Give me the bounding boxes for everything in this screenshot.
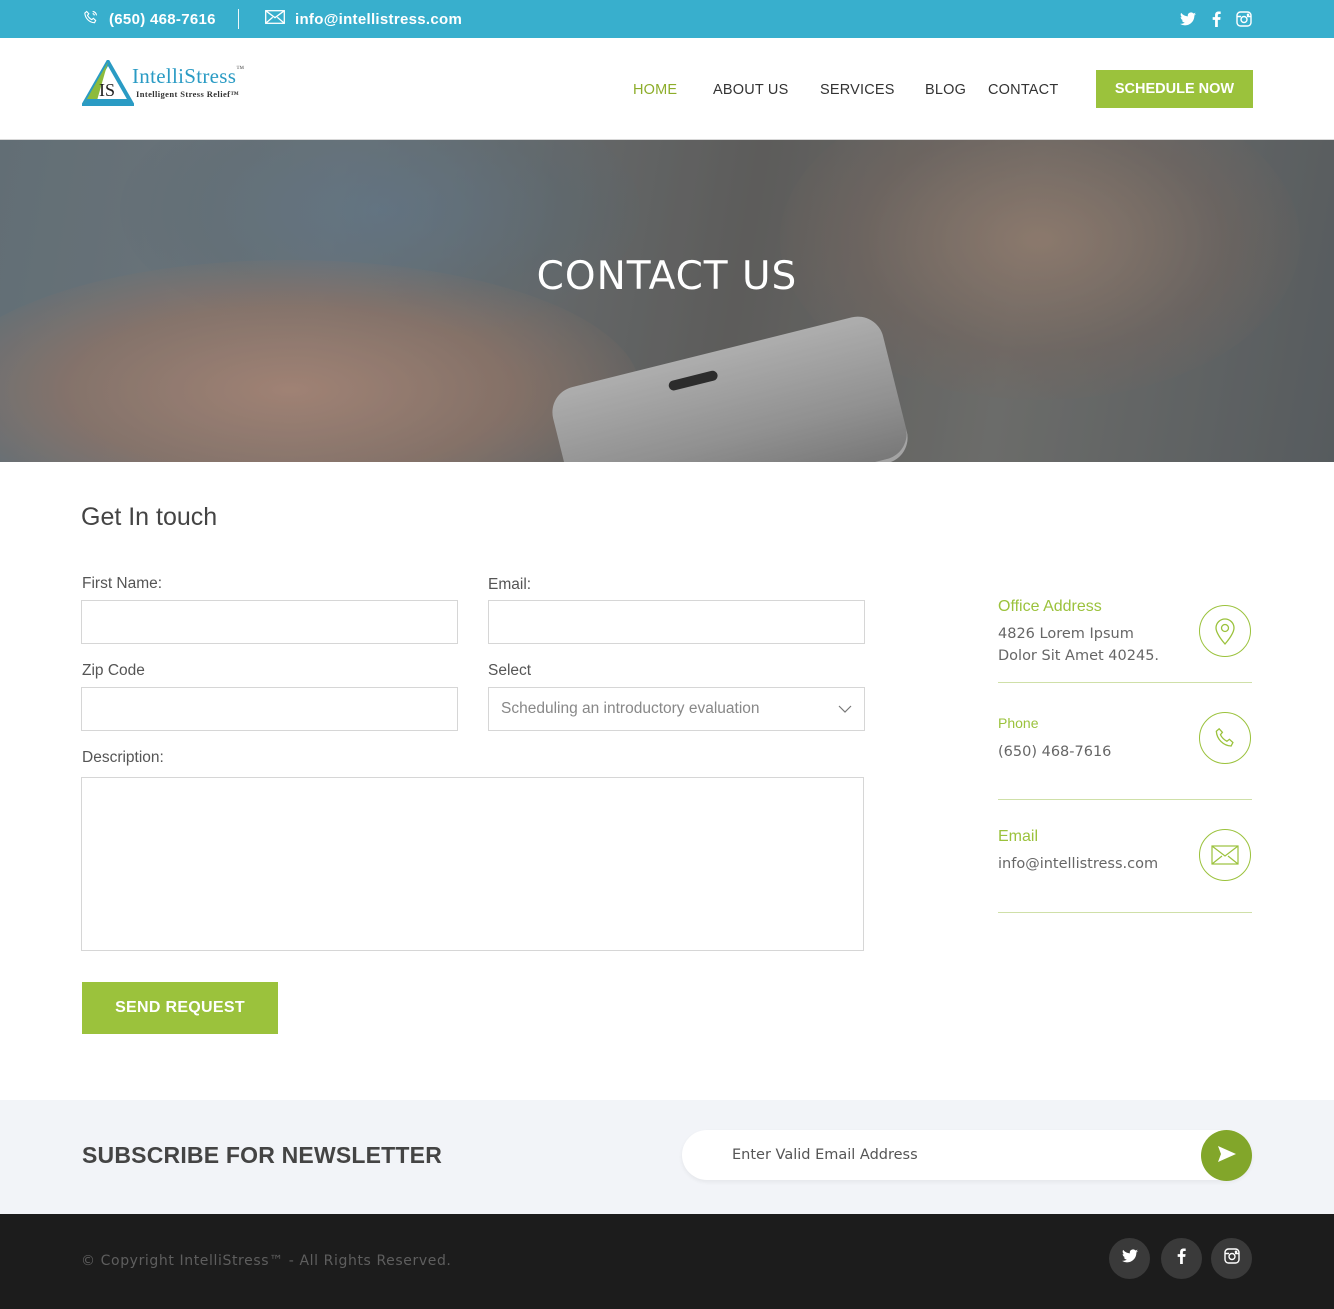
- site-header: IS IntelliStress™ Intelligent Stress Rel…: [0, 38, 1334, 140]
- topbar-email-text: info@intellistress.com: [295, 10, 463, 28]
- nav-contact[interactable]: CONTACT: [988, 82, 1058, 98]
- twitter-icon: [1121, 1249, 1138, 1268]
- office-address-block: Office Address 4826 Lorem Ipsum Dolor Si…: [998, 590, 1252, 683]
- topbar-divider: [238, 9, 239, 29]
- topbar-email[interactable]: info@intellistress.com: [265, 0, 462, 38]
- first-name-field[interactable]: [81, 600, 458, 644]
- page-title: CONTACT US: [536, 254, 798, 299]
- phone-icon: [82, 9, 109, 30]
- topbar-phone[interactable]: (650) 468-7616: [82, 0, 216, 38]
- envelope-icon: [1199, 829, 1251, 881]
- phone-value[interactable]: (650) 468-7616: [998, 741, 1111, 763]
- send-arrow-icon: [1217, 1146, 1236, 1165]
- top-bar: (650) 468-7616 info@intellistress.com: [0, 0, 1334, 38]
- hero-banner: CONTACT US: [0, 140, 1334, 462]
- newsletter-email-input[interactable]: [732, 1130, 1192, 1180]
- twitter-icon[interactable]: [1180, 11, 1196, 27]
- site-footer: © Copyright IntelliStress™ - All Rights …: [0, 1214, 1334, 1309]
- copyright-text: © Copyright IntelliStress™ - All Rights …: [81, 1253, 452, 1269]
- schedule-now-button[interactable]: SCHEDULE NOW: [1096, 70, 1253, 108]
- mail-icon: [265, 10, 295, 28]
- chevron-down-icon: [838, 700, 852, 718]
- email-block: Email info@intellistress.com: [998, 820, 1252, 913]
- office-address-line2: Dolor Sit Amet 40245.: [998, 648, 1160, 664]
- first-name-label: First Name:: [82, 575, 163, 592]
- zip-code-label: Zip Code: [82, 662, 145, 679]
- phone-title: Phone: [998, 715, 1039, 731]
- office-address-title: Office Address: [998, 598, 1102, 615]
- form-title: Get In touch: [81, 503, 218, 531]
- nav-blog[interactable]: BLOG: [925, 82, 966, 98]
- office-address-line1: 4826 Lorem Ipsum: [998, 626, 1134, 642]
- nav-services[interactable]: SERVICES: [820, 82, 895, 98]
- facebook-icon[interactable]: [1208, 11, 1224, 27]
- footer-facebook-button[interactable]: [1161, 1238, 1202, 1279]
- email-label: Email:: [488, 576, 532, 593]
- select-value: Scheduling an introductory evaluation: [501, 700, 760, 717]
- email-title: Email: [998, 828, 1039, 845]
- instagram-icon[interactable]: [1236, 11, 1252, 27]
- instagram-icon: [1223, 1248, 1240, 1269]
- topbar-phone-text: (650) 468-7616: [109, 10, 216, 28]
- description-label: Description:: [82, 749, 164, 766]
- select-label: Select: [488, 662, 532, 679]
- newsletter-submit-button[interactable]: [1201, 1130, 1252, 1181]
- email-value[interactable]: info@intellistress.com: [998, 853, 1158, 875]
- map-pin-icon: [1199, 605, 1251, 657]
- footer-instagram-button[interactable]: [1211, 1238, 1252, 1279]
- email-field[interactable]: [488, 600, 865, 644]
- phone-icon: [1199, 712, 1251, 764]
- nav-home[interactable]: HOME: [633, 82, 677, 98]
- description-textarea[interactable]: [81, 777, 864, 951]
- phone-block: Phone (650) 468-7616: [998, 706, 1252, 800]
- newsletter-section: SUBSCRIBE FOR NEWSLETTER: [0, 1100, 1334, 1214]
- request-type-select[interactable]: Scheduling an introductory evaluation: [488, 687, 865, 731]
- topbar-socials: [1180, 0, 1252, 38]
- zip-code-field[interactable]: [81, 687, 458, 731]
- newsletter-form: [682, 1130, 1252, 1181]
- newsletter-title: SUBSCRIBE FOR NEWSLETTER: [82, 1142, 443, 1168]
- facebook-icon: [1177, 1248, 1186, 1269]
- send-request-button[interactable]: SEND REQUEST: [82, 982, 278, 1034]
- nav-about-us[interactable]: ABOUT US: [713, 82, 788, 98]
- footer-twitter-button[interactable]: [1109, 1238, 1150, 1279]
- hero-overlay: [0, 140, 1334, 462]
